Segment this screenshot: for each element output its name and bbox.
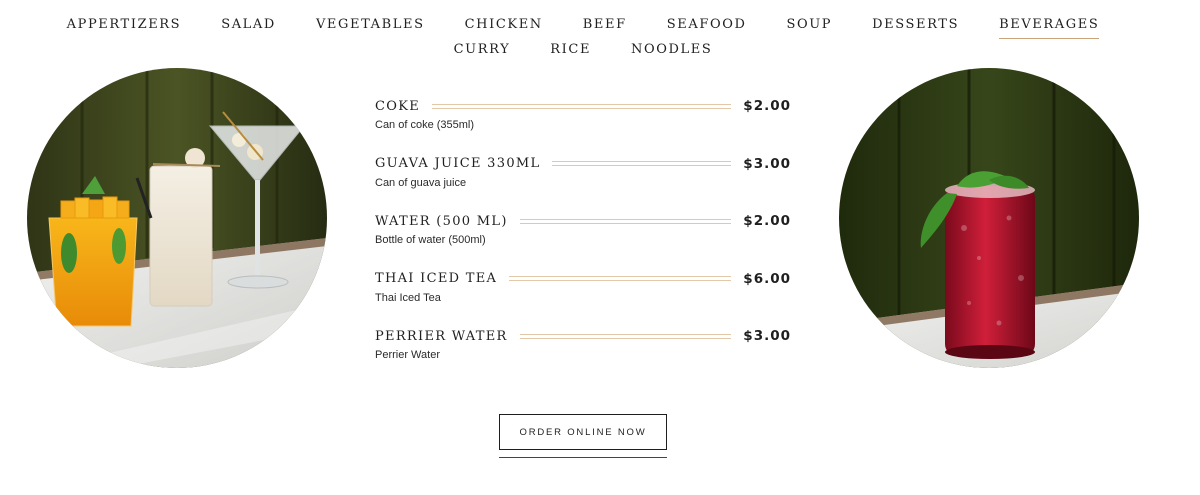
item-divider [552,161,732,166]
menu-item: WATER (500 ML) $2.00 Bottle of water (50… [375,212,791,270]
menu-item: GUAVA JUICE 330ML $3.00 Can of guava jui… [375,155,791,213]
item-divider [432,103,732,109]
item-divider [519,333,732,339]
nav-item-salad[interactable]: SALAD [201,12,296,32]
category-nav: APPERTIZERS SALAD VEGETABLES CHICKEN BEE… [0,12,1166,57]
nav-item-rice[interactable]: RICE [530,37,611,57]
nav-item-soup[interactable]: SOUP [766,12,852,32]
red-drink-illustration [839,68,1139,368]
order-online-button[interactable]: ORDER ONLINE NOW [499,414,667,450]
item-description: Thai Iced Tea [375,291,441,304]
menu-item: COKE $2.00 Can of coke (355ml) [375,97,791,155]
beverage-menu-list: COKE $2.00 Can of coke (355ml) GUAVA JUI… [375,97,791,385]
item-price: $3.00 [743,155,791,172]
item-price: $6.00 [743,270,791,287]
three-cocktails-photo [27,68,327,368]
nav-item-beef[interactable]: BEEF [563,12,647,32]
item-description: Can of coke (355ml) [375,119,475,131]
nav-item-vegetables[interactable]: VEGETABLES [296,12,445,32]
nav-item-chicken[interactable]: CHICKEN [445,12,563,32]
item-price: $2.00 [743,98,791,114]
nav-item-appertizers[interactable]: APPERTIZERS [47,12,202,32]
three-cocktails-illustration [27,68,327,368]
red-soda-can-drink-photo [839,68,1139,368]
nav-item-noodles[interactable]: NOODLES [611,37,732,57]
nav-item-desserts[interactable]: DESSERTS [852,12,979,32]
nav-item-curry[interactable]: CURRY [434,37,531,57]
item-divider [509,276,732,281]
nav-item-beverages[interactable]: BEVERAGES [979,12,1119,39]
item-name: WATER (500 ML) [375,213,508,229]
item-description: Can of guava juice [375,176,467,189]
item-description: Perrier Water [375,349,440,361]
item-price: $3.00 [743,328,791,344]
nav-item-seafood[interactable]: SEAFOOD [647,12,767,32]
item-description: Bottle of water (500ml) [375,234,486,246]
menu-item: PERRIER WATER $3.00 Perrier Water [375,327,791,385]
item-name: PERRIER WATER [375,328,508,344]
order-button-underline [499,457,667,458]
item-divider [519,218,732,224]
item-name: COKE [375,98,421,114]
item-name: THAI ICED TEA [375,271,498,286]
item-price: $2.00 [743,213,791,229]
item-name: GUAVA JUICE 330ML [375,156,541,171]
menu-item: THAI ICED TEA $6.00 Thai Iced Tea [375,270,791,328]
